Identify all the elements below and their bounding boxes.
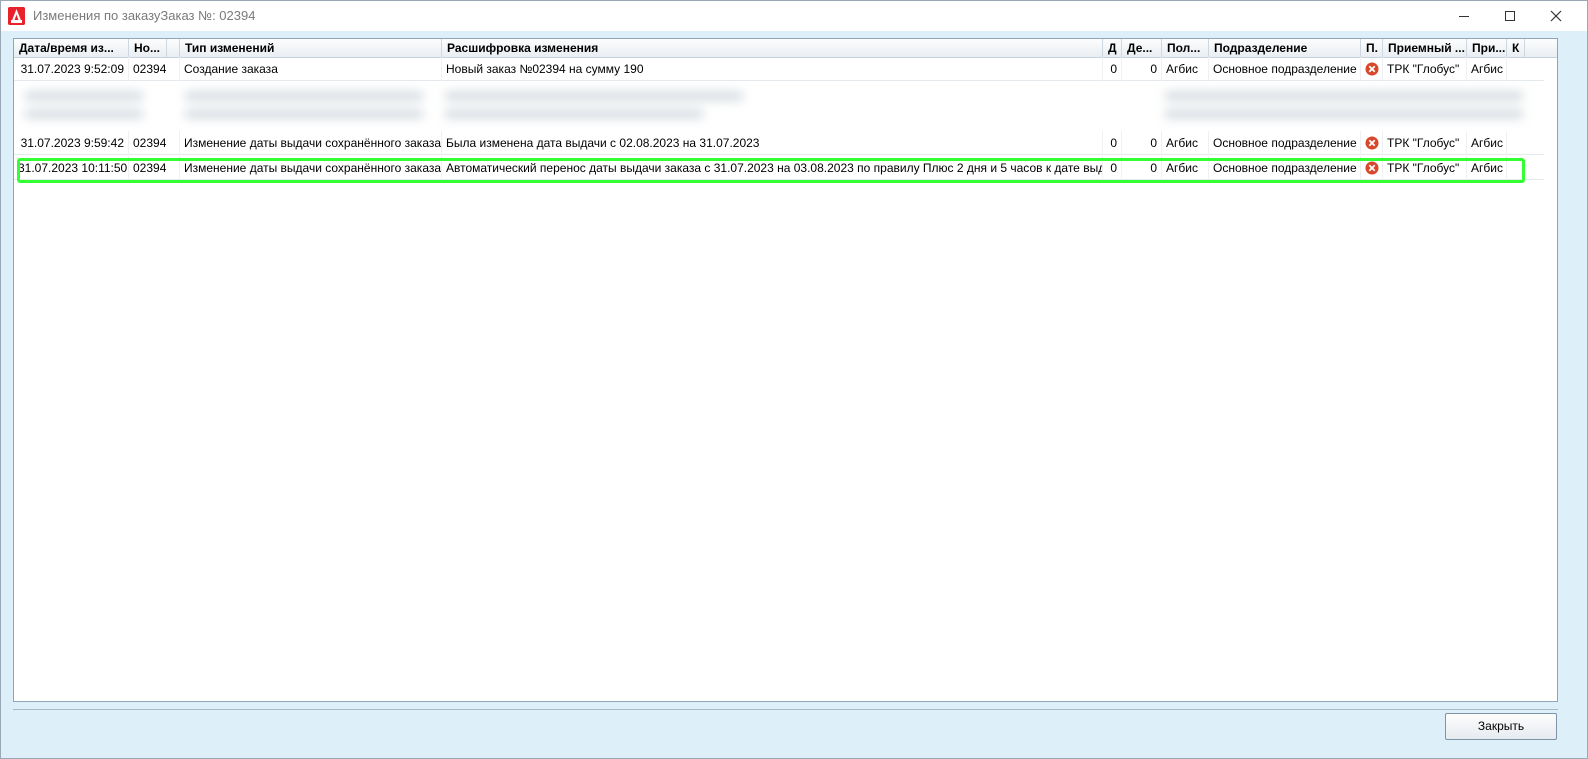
column-header-user[interactable]: Пол... — [1162, 39, 1209, 57]
cell-pri: Агбис — [1467, 131, 1507, 155]
column-header-de[interactable]: Де... — [1122, 39, 1162, 57]
cell-change-type: Изменение даты выдачи сохранённого заказ… — [180, 131, 442, 155]
table-row[interactable]: 31.07.2023 9:52:09 02394 Создание заказа… — [14, 57, 1544, 81]
close-button[interactable]: Закрыть — [1445, 713, 1557, 740]
column-header-type[interactable]: Тип изменений — [180, 39, 442, 57]
order-changes-window: Изменения по заказуЗаказ №: 02394 Дата/в… — [0, 0, 1588, 759]
cell-pri: Агбис — [1467, 156, 1507, 180]
cell-change-type: Создание заказа — [180, 57, 442, 81]
cell-order-number: 02394 — [129, 131, 180, 155]
close-icon — [1550, 10, 1562, 22]
column-header-d[interactable]: Д — [1103, 39, 1122, 57]
cell-de: 0 — [1122, 131, 1162, 155]
minimize-button[interactable] — [1441, 1, 1487, 31]
cell-description: Была изменена дата выдачи с 02.08.2023 н… — [442, 131, 1103, 155]
column-header-spacer — [167, 39, 180, 57]
cell-d: 0 — [1103, 131, 1122, 155]
title-bar[interactable]: Изменения по заказуЗаказ №: 02394 — [1, 1, 1587, 31]
cell-department: Основное подразделение — [1209, 131, 1361, 155]
table-row[interactable]: 31.07.2023 10:11:50 02394 Изменение даты… — [14, 156, 1544, 180]
cell-datetime: 31.07.2023 9:59:42 — [14, 131, 129, 155]
error-circle-icon — [1365, 136, 1379, 150]
cell-order-number: 02394 — [129, 57, 180, 81]
cell-de: 0 — [1122, 57, 1162, 81]
cell-datetime: 31.07.2023 10:11:50 — [14, 156, 129, 180]
cell-de: 0 — [1122, 156, 1162, 180]
footer-divider — [13, 709, 1558, 710]
column-header-reception[interactable]: Приемный ... — [1383, 39, 1467, 57]
cell-description: Автоматический перенос даты выдачи заказ… — [442, 156, 1103, 180]
cell-reception: ТРК "Глобус" — [1383, 131, 1467, 155]
cell-order-number: 02394 — [129, 156, 180, 180]
error-circle-icon — [1365, 62, 1379, 76]
maximize-button[interactable] — [1487, 1, 1533, 31]
cell-description: Новый заказ №02394 на сумму 190 — [442, 57, 1103, 81]
cell-department: Основное подразделение — [1209, 57, 1361, 81]
column-header-pri[interactable]: При... — [1467, 39, 1507, 57]
table-row[interactable]: 31.07.2023 9:59:42 02394 Изменение даты … — [14, 131, 1544, 155]
app-logo-icon — [8, 7, 25, 25]
cell-status — [1361, 131, 1383, 155]
cell-user: Агбис — [1162, 131, 1209, 155]
maximize-icon — [1505, 11, 1515, 21]
close-window-button[interactable] — [1533, 1, 1579, 31]
cell-change-type: Изменение даты выдачи сохранённого заказ… — [180, 156, 442, 180]
column-header-datetime[interactable]: Дата/время из... — [14, 39, 129, 57]
cell-status — [1361, 156, 1383, 180]
error-circle-icon — [1365, 161, 1379, 175]
column-header-p[interactable]: П. — [1361, 39, 1383, 57]
cell-reception: ТРК "Глобус" — [1383, 57, 1467, 81]
column-header-k[interactable]: К — [1507, 39, 1525, 57]
minimize-icon — [1459, 16, 1469, 17]
column-header-department[interactable]: Подразделение — [1209, 39, 1361, 57]
cell-pri: Агбис — [1467, 57, 1507, 81]
window-title: Изменения по заказуЗаказ №: 02394 — [33, 8, 256, 23]
column-header-description[interactable]: Расшифровка изменения — [442, 39, 1103, 57]
cell-department: Основное подразделение — [1209, 156, 1361, 180]
cell-datetime: 31.07.2023 9:52:09 — [14, 57, 129, 81]
grid-header: Дата/время из... Но... Тип изменений Рас… — [14, 39, 1557, 58]
changes-grid[interactable]: Дата/время из... Но... Тип изменений Рас… — [13, 38, 1558, 702]
blurred-redacted-rows — [14, 83, 1544, 127]
cell-d: 0 — [1103, 156, 1122, 180]
cell-user: Агбис — [1162, 156, 1209, 180]
cell-d: 0 — [1103, 57, 1122, 81]
column-header-number[interactable]: Но... — [129, 39, 167, 57]
cell-reception: ТРК "Глобус" — [1383, 156, 1467, 180]
cell-status — [1361, 57, 1383, 81]
cell-user: Агбис — [1162, 57, 1209, 81]
